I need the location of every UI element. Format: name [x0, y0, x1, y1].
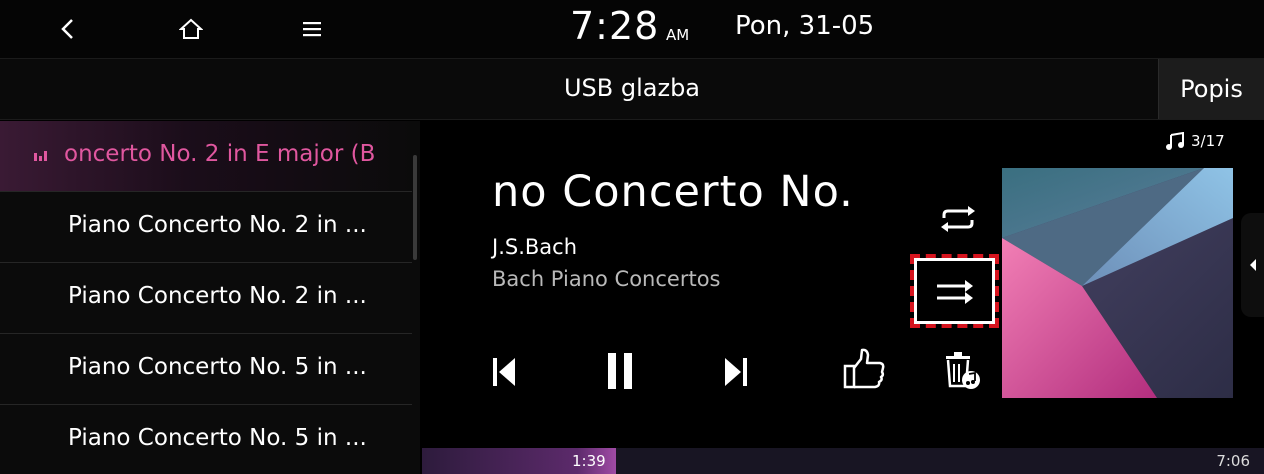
shuffle-icon [937, 280, 973, 304]
song-title: no Concerto No. [492, 167, 854, 217]
track-label: Piano Concerto No. 2 in ... [68, 283, 367, 309]
home-button[interactable] [171, 10, 211, 48]
previous-button[interactable] [480, 349, 528, 395]
next-icon [725, 358, 747, 386]
track-label: Piano Concerto No. 5 in ... [68, 354, 367, 380]
progress-bar[interactable]: 1:39 7:06 [422, 448, 1264, 474]
list-item[interactable]: Piano Concerto No. 2 in ... [0, 192, 412, 263]
previous-icon [493, 358, 515, 386]
track-label: oncerto No. 2 in E major (B [64, 141, 376, 167]
home-icon [179, 18, 203, 39]
delete-music-icon [946, 352, 980, 389]
pause-button[interactable] [596, 345, 644, 397]
date-display: Pon, 31-05 [735, 11, 875, 41]
music-note-icon [1166, 132, 1184, 150]
pause-icon [608, 353, 632, 389]
track-list: oncerto No. 2 in E major (B Piano Concer… [0, 121, 420, 474]
track-label: Piano Concerto No. 2 in ... [68, 212, 367, 238]
menu-icon [303, 22, 321, 37]
menu-button[interactable] [292, 10, 332, 48]
shuffle-button[interactable] [920, 271, 990, 313]
next-button[interactable] [712, 349, 760, 395]
repeat-icon [941, 206, 975, 232]
delete-button[interactable] [936, 347, 988, 393]
clock-ampm: AM [666, 26, 690, 44]
title-bar: USB glazba Popis [0, 58, 1264, 120]
collapse-arrow-icon [1249, 259, 1256, 271]
list-scrollbar[interactable] [413, 155, 417, 260]
equalizer-icon [34, 151, 47, 161]
repeat-button[interactable] [930, 199, 986, 239]
side-panel-tab[interactable] [1241, 213, 1264, 317]
album-cover [1002, 168, 1233, 398]
total-time: 7:06 [1216, 452, 1250, 470]
back-button[interactable] [48, 10, 88, 48]
thumbs-up-icon [843, 348, 885, 389]
list-item-active[interactable]: oncerto No. 2 in E major (B [0, 121, 412, 192]
track-label: Piano Concerto No. 5 in ... [68, 425, 367, 451]
track-counter-text: 3/17 [1191, 132, 1225, 150]
album-name: Bach Piano Concertos [492, 267, 721, 291]
list-button[interactable]: Popis [1158, 59, 1264, 119]
back-icon [61, 19, 73, 39]
clock-time: 7:28 [570, 4, 660, 48]
list-item[interactable]: Piano Concerto No. 5 in ... [0, 405, 412, 474]
artist-name: J.S.Bach [492, 235, 578, 259]
page-title: USB glazba [563, 74, 701, 102]
now-playing-panel: 3/17 no Concerto No. J.S.Bach Bach Piano… [420, 121, 1264, 474]
like-button[interactable] [836, 343, 892, 393]
elapsed-time: 1:39 [572, 452, 606, 470]
list-item[interactable]: Piano Concerto No. 5 in ... [0, 334, 412, 405]
status-bar: 7:28 AM Pon, 31-05 [0, 0, 1264, 58]
track-counter: 3/17 [1165, 132, 1225, 150]
list-item[interactable]: Piano Concerto No. 2 in ... [0, 263, 412, 334]
